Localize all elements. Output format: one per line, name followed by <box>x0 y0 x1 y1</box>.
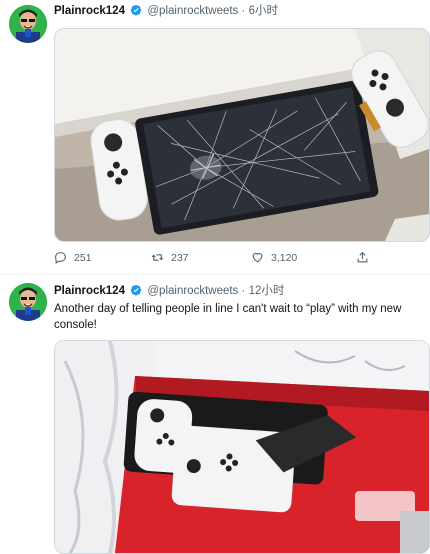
tweet-header: Plainrock124 @plainrocktweets · 6小时 <box>54 4 278 18</box>
tweet-media-photo[interactable] <box>54 28 430 242</box>
heart-icon <box>252 252 263 263</box>
verified-badge-icon <box>130 284 142 296</box>
separator: · <box>241 285 246 297</box>
avatar[interactable] <box>9 283 47 321</box>
photo-switch-oled-box <box>55 341 429 553</box>
display-name[interactable]: Plainrock124 <box>54 5 125 17</box>
tweet-text: Another day of telling people in line I … <box>54 303 402 331</box>
retweet-button[interactable]: 237 <box>151 251 189 264</box>
like-button[interactable]: 3,120 <box>251 251 297 264</box>
avatar-image <box>9 283 47 321</box>
photo-broken-switch-oled <box>55 29 429 241</box>
avatar-image <box>9 5 47 43</box>
tweet-media-photo[interactable] <box>54 340 430 554</box>
reply-icon <box>55 252 66 264</box>
like-count: 3,120 <box>271 251 298 264</box>
reply-button[interactable]: 251 <box>54 251 92 264</box>
avatar[interactable] <box>9 5 47 43</box>
handle[interactable]: @plainrocktweets <box>147 285 238 297</box>
share-button[interactable] <box>356 251 369 264</box>
retweet-icon <box>151 254 164 261</box>
display-name[interactable]: Plainrock124 <box>54 285 125 297</box>
retweet-count: 237 <box>171 251 189 264</box>
timestamp[interactable]: 6小时 <box>249 5 278 17</box>
verified-badge-icon <box>130 4 142 16</box>
reply-count: 251 <box>74 251 92 264</box>
handle[interactable]: @plainrocktweets <box>147 5 238 17</box>
tweet-2[interactable]: Plainrock124 @plainrocktweets · 12小时 Ano… <box>0 275 430 554</box>
share-icon <box>357 251 368 263</box>
timestamp[interactable]: 12小时 <box>249 285 285 297</box>
tweet-actions: 251 237 3,120 <box>54 251 384 267</box>
tweet-1[interactable]: Plainrock124 @plainrocktweets · 6小时 251 … <box>0 0 430 272</box>
tweet-header: Plainrock124 @plainrocktweets · 12小时 <box>54 284 284 298</box>
separator: · <box>241 5 246 17</box>
